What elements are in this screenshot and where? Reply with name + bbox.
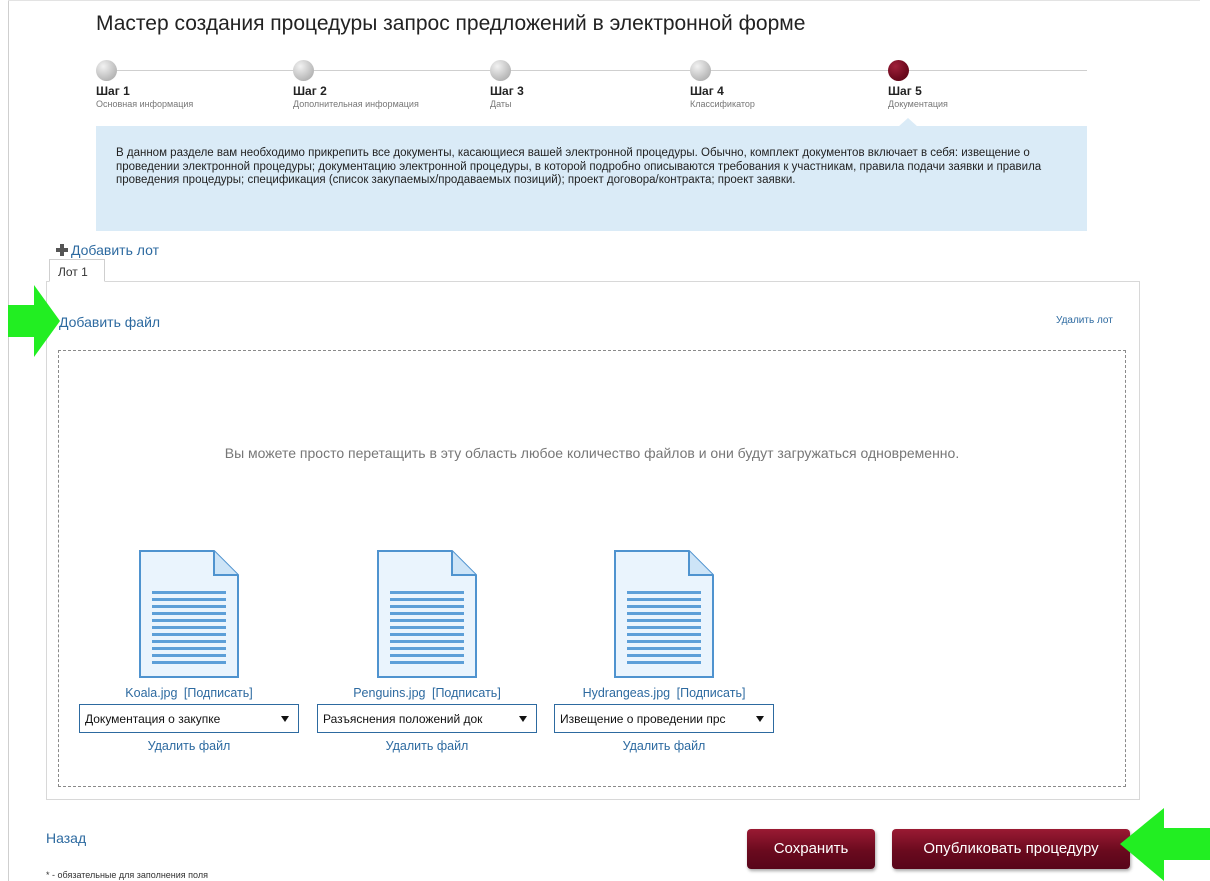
wizard-step-5[interactable]: Шаг 5 Документация: [888, 60, 1088, 111]
step-name: Шаг 5: [888, 84, 922, 98]
add-lot-link[interactable]: Добавить лот: [56, 242, 159, 258]
file-name-link[interactable]: Penguins.jpg: [353, 686, 425, 700]
file-links: Hydrangeas.jpg [Подписать]: [554, 686, 774, 700]
sign-file-link[interactable]: [Подписать]: [432, 686, 501, 700]
file-name-link[interactable]: Hydrangeas.jpg: [583, 686, 671, 700]
doc-type-value: Документация о закупке: [85, 712, 221, 726]
page-title: Мастер создания процедуры запрос предлож…: [96, 12, 806, 35]
file-name-link[interactable]: Koala.jpg: [125, 686, 177, 700]
file-links: Koala.jpg [Подписать]: [79, 686, 299, 700]
step-indicator-icon: [293, 60, 314, 81]
add-file-link[interactable]: Добавить файл: [59, 314, 160, 330]
wizard-step-2[interactable]: Шаг 2 Дополнительная информация: [293, 60, 493, 111]
doc-type-select[interactable]: Документация о закупке: [79, 704, 299, 733]
save-button[interactable]: Сохранить: [747, 829, 875, 869]
step-indicator-icon: [490, 60, 511, 81]
file-links: Penguins.jpg [Подписать]: [317, 686, 537, 700]
step-indicator-icon: [888, 60, 909, 81]
delete-lot-link[interactable]: Удалить лот: [1056, 315, 1113, 326]
wizard-step-1[interactable]: Шаг 1 Основная информация: [96, 60, 296, 111]
step-description: Основная информация: [96, 99, 194, 109]
step-name: Шаг 4: [690, 84, 724, 98]
doc-type-value: Извещение о проведении прс: [560, 712, 726, 726]
green-arrow-icon: [8, 285, 60, 357]
delete-file-link[interactable]: Удалить файл: [554, 739, 774, 753]
sign-file-link[interactable]: [Подписать]: [184, 686, 253, 700]
page-border-top: [8, 0, 1200, 1]
add-lot-label: Добавить лот: [71, 242, 159, 258]
chevron-down-icon: [281, 716, 289, 722]
step-description: Даты: [490, 99, 512, 109]
step-name: Шаг 2: [293, 84, 327, 98]
publish-procedure-button[interactable]: Опубликовать процедуру: [892, 829, 1130, 869]
step-indicator-icon: [690, 60, 711, 81]
page-border: [8, 0, 9, 881]
step-indicator-icon: [96, 60, 117, 81]
sign-file-link[interactable]: [Подписать]: [677, 686, 746, 700]
doc-type-value: Разъяснения положений док: [323, 712, 483, 726]
step-description: Документация: [888, 99, 948, 109]
step-name: Шаг 1: [96, 84, 130, 98]
delete-file-link[interactable]: Удалить файл: [79, 739, 299, 753]
document-icon: [377, 550, 477, 678]
drop-hint: Вы можете просто перетащить в эту област…: [224, 445, 960, 461]
chevron-down-icon: [519, 716, 527, 722]
document-icon: [139, 550, 239, 678]
document-icon: [614, 550, 714, 678]
plus-icon: [56, 244, 68, 256]
doc-type-select[interactable]: Извещение о проведении прс: [554, 704, 774, 733]
wizard-step-3[interactable]: Шаг 3 Даты: [490, 60, 690, 111]
chevron-down-icon: [756, 716, 764, 722]
step-description: Дополнительная информация: [293, 99, 419, 109]
step-name: Шаг 3: [490, 84, 524, 98]
info-box: В данном разделе вам необходимо прикрепи…: [96, 126, 1087, 231]
green-arrow-icon: [1120, 808, 1210, 881]
doc-type-select[interactable]: Разъяснения положений док: [317, 704, 537, 733]
file-drop-zone[interactable]: Вы можете просто перетащить в эту област…: [58, 350, 1126, 787]
required-fields-note: * - обязательные для заполнения поля: [46, 870, 208, 880]
step-description: Классификатор: [690, 99, 755, 109]
tab-lot-1[interactable]: Лот 1: [49, 259, 105, 282]
delete-file-link[interactable]: Удалить файл: [317, 739, 537, 753]
wizard-step-4[interactable]: Шаг 4 Классификатор: [690, 60, 890, 111]
back-link[interactable]: Назад: [46, 830, 86, 846]
